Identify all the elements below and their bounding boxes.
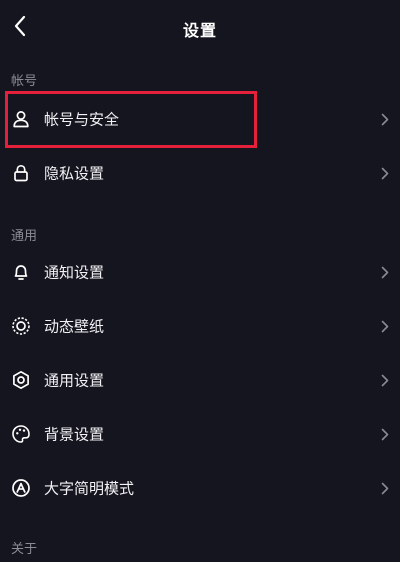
section-label-account: 帐号 — [11, 74, 38, 89]
wallpaper-icon — [11, 316, 31, 336]
settings-item-label: 背景设置 — [44, 425, 105, 444]
settings-item-label: 帐号与安全 — [44, 110, 120, 129]
page-title: 设置 — [182, 21, 217, 40]
text-size-icon — [11, 478, 31, 498]
lock-icon — [11, 163, 31, 183]
settings-item-label: 动态壁纸 — [44, 317, 105, 336]
chevron-right-icon — [380, 373, 390, 387]
palette-icon — [11, 424, 31, 444]
settings-item-live-wallpaper[interactable]: 动态壁纸 — [0, 299, 400, 353]
settings-item-large-text-mode[interactable]: 大字简明模式 — [0, 461, 400, 515]
gear-icon — [11, 370, 31, 390]
chevron-right-icon — [380, 427, 390, 441]
settings-item-label: 大字简明模式 — [44, 479, 135, 498]
section-label-general: 通用 — [11, 229, 38, 244]
bell-icon — [11, 262, 31, 282]
settings-item-background[interactable]: 背景设置 — [0, 407, 400, 461]
chevron-right-icon — [380, 166, 390, 180]
settings-item-account-security[interactable]: 帐号与安全 — [0, 92, 400, 146]
chevron-right-icon — [380, 112, 390, 126]
chevron-right-icon — [380, 319, 390, 333]
settings-item-notifications[interactable]: 通知设置 — [0, 245, 400, 299]
user-icon — [11, 109, 31, 129]
settings-item-label: 隐私设置 — [44, 164, 105, 183]
settings-item-privacy[interactable]: 隐私设置 — [0, 146, 400, 200]
header-bar: 设置 — [0, 0, 400, 56]
chevron-right-icon — [380, 265, 390, 279]
settings-item-label: 通用设置 — [44, 371, 105, 390]
settings-item-label: 通知设置 — [44, 263, 105, 282]
chevron-right-icon — [380, 481, 390, 495]
settings-item-general[interactable]: 通用设置 — [0, 353, 400, 407]
section-label-about: 关于 — [11, 542, 38, 557]
